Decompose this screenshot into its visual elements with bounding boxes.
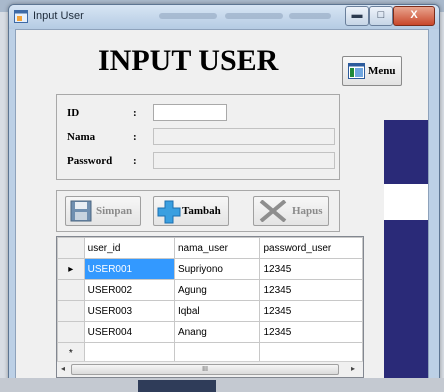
- close-icon: X: [410, 9, 418, 21]
- title-bar[interactable]: Input User ▬ □ X: [9, 5, 439, 29]
- password-input[interactable]: [153, 152, 335, 169]
- scroll-left-icon[interactable]: ◂: [61, 364, 65, 373]
- simpan-button[interactable]: Simpan: [65, 196, 141, 226]
- row-header: [57, 321, 85, 343]
- nama-colon: :: [133, 131, 137, 143]
- table-cell[interactable]: Anang: [173, 321, 261, 343]
- window-title: Input User: [33, 10, 84, 22]
- table-row[interactable]: USER002 Agung 12345: [57, 279, 363, 301]
- title-blur: [225, 13, 283, 19]
- id-label: ID: [67, 107, 80, 119]
- page-title: INPUT USER: [98, 44, 279, 77]
- nama-input[interactable]: [153, 128, 335, 145]
- row-header: [57, 300, 85, 322]
- column-header-user-id[interactable]: user_id: [83, 237, 175, 259]
- action-button-panel: Simpan Tambah Hapus: [56, 190, 340, 232]
- user-data-grid[interactable]: user_id nama_user password_user ▸ USER00…: [56, 236, 364, 378]
- window-icon: [348, 63, 365, 79]
- row-header-corner: [57, 237, 85, 259]
- current-row-indicator: ▸: [57, 258, 85, 280]
- delete-x-icon: [259, 200, 287, 222]
- password-label: Password: [67, 155, 113, 167]
- table-cell[interactable]: 12345: [259, 300, 363, 322]
- horizontal-scrollbar[interactable]: ◂ III ▸: [57, 361, 363, 377]
- taskbar: [0, 378, 444, 392]
- id-colon: :: [133, 107, 137, 119]
- scroll-thumb[interactable]: III: [71, 364, 339, 375]
- close-button[interactable]: X: [393, 6, 435, 26]
- id-input[interactable]: [153, 104, 227, 121]
- column-header-password-user[interactable]: password_user: [259, 237, 363, 259]
- minimize-button[interactable]: ▬: [345, 6, 369, 26]
- table-cell[interactable]: USER001: [83, 258, 175, 280]
- save-icon: [70, 200, 92, 222]
- app-icon: [14, 10, 28, 23]
- menu-button[interactable]: Menu: [342, 56, 402, 86]
- row-header: [57, 279, 85, 301]
- table-cell[interactable]: USER003: [83, 300, 175, 322]
- maximize-icon: □: [377, 9, 385, 21]
- table-cell[interactable]: USER002: [83, 279, 175, 301]
- table-cell[interactable]: Agung: [173, 279, 261, 301]
- side-panel-stripe: [384, 184, 428, 220]
- tambah-label: Tambah: [182, 205, 221, 217]
- user-table: user_id nama_user password_user ▸ USER00…: [57, 237, 363, 364]
- hapus-button[interactable]: Hapus: [253, 196, 329, 226]
- column-header-nama-user[interactable]: nama_user: [173, 237, 261, 259]
- form-client-area: INPUT USER Menu ID : Nama : Password : S…: [15, 29, 429, 385]
- table-row[interactable]: USER003 Iqbal 12345: [57, 300, 363, 322]
- password-colon: :: [133, 155, 137, 167]
- table-row[interactable]: USER004 Anang 12345: [57, 321, 363, 343]
- scroll-right-icon[interactable]: ▸: [351, 364, 355, 373]
- minimize-icon: ▬: [351, 9, 363, 21]
- table-cell[interactable]: 12345: [259, 279, 363, 301]
- table-cell[interactable]: 12345: [259, 321, 363, 343]
- taskbar-item[interactable]: [138, 380, 216, 392]
- hapus-label: Hapus: [292, 205, 323, 217]
- simpan-label: Simpan: [96, 205, 133, 217]
- input-user-window: Input User ▬ □ X INPUT USER Menu ID : Na…: [8, 4, 440, 390]
- table-header-row: user_id nama_user password_user: [57, 237, 363, 259]
- nama-label: Nama: [67, 131, 96, 143]
- table-row[interactable]: ▸ USER001 Supriyono 12345: [57, 258, 363, 280]
- title-blur: [159, 13, 217, 19]
- table-cell[interactable]: Iqbal: [173, 300, 261, 322]
- maximize-button[interactable]: □: [369, 6, 393, 26]
- plus-icon: [157, 200, 181, 224]
- table-cell[interactable]: 12345: [259, 258, 363, 280]
- title-blur: [289, 13, 331, 19]
- side-panel: [384, 120, 428, 384]
- table-cell[interactable]: Supriyono: [173, 258, 261, 280]
- menu-label: Menu: [368, 65, 396, 77]
- table-cell[interactable]: USER004: [83, 321, 175, 343]
- input-form-panel: ID : Nama : Password :: [56, 94, 340, 180]
- tambah-button[interactable]: Tambah: [153, 196, 229, 226]
